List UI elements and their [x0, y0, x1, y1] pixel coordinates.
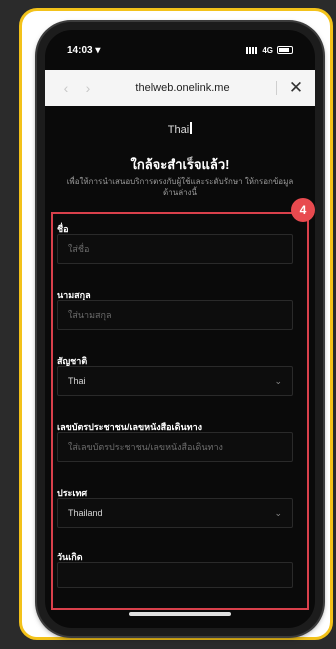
network-label: 4G — [262, 45, 273, 55]
last-name-placeholder: ใส่นามสกุล — [68, 310, 112, 320]
status-time: 14:03 ▾ — [67, 44, 101, 56]
logo-text: Thai — [167, 124, 190, 136]
phone-screen: 14:03 ▾ 4G ‹ › thelweb.onelink.me ✕ Thai… — [45, 30, 315, 628]
nationality-value: Thai — [68, 376, 86, 386]
chevron-down-icon: ⌄ — [274, 508, 282, 518]
forward-arrow-icon[interactable]: › — [77, 80, 99, 96]
browser-toolbar: ‹ › thelweb.onelink.me ✕ — [45, 70, 315, 106]
country-value: Thailand — [68, 508, 103, 518]
back-arrow-icon[interactable]: ‹ — [55, 80, 77, 96]
signal-icon — [246, 46, 259, 54]
page-subtitle: เพื่อให้การนำเสนอบริการตรงกับผู้ใช้และระ… — [66, 177, 294, 197]
close-icon[interactable]: ✕ — [287, 78, 305, 98]
birthdate-input[interactable] — [57, 562, 293, 588]
status-icons: 4G — [246, 46, 293, 55]
brand-logo: Thai — [45, 122, 315, 136]
status-bar: 14:03 ▾ 4G — [45, 30, 315, 70]
id-number-input[interactable]: ใส่เลขบัตรประชาชน/เลขหนังสือเดินทาง — [57, 432, 293, 462]
url-text[interactable]: thelweb.onelink.me — [99, 82, 266, 94]
logo-mark — [190, 122, 193, 134]
page-title: ใกล้จะสำเร็จแล้ว! — [130, 157, 230, 172]
battery-icon — [277, 46, 293, 54]
country-select[interactable]: Thailand ⌄ — [57, 498, 293, 528]
home-indicator[interactable] — [129, 612, 231, 616]
first-name-input[interactable]: ใส่ชื่อ — [57, 234, 293, 264]
highlight-frame — [51, 212, 309, 610]
phone-frame: 14:03 ▾ 4G ‹ › thelweb.onelink.me ✕ Thai… — [37, 22, 323, 636]
step-badge: 4 — [291, 198, 315, 222]
id-number-placeholder: ใส่เลขบัตรประชาชน/เลขหนังสือเดินทาง — [68, 442, 223, 452]
nationality-select[interactable]: Thai ⌄ — [57, 366, 293, 396]
chevron-down-icon: ⌄ — [274, 376, 282, 386]
last-name-input[interactable]: ใส่นามสกุล — [57, 300, 293, 330]
toolbar-divider — [276, 81, 277, 95]
first-name-placeholder: ใส่ชื่อ — [68, 244, 90, 254]
